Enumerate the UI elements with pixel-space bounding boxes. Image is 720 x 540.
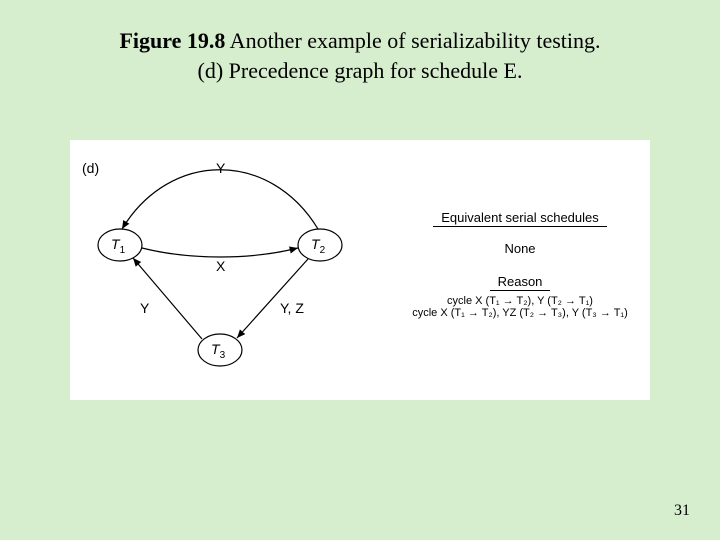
page-number: 31: [674, 502, 690, 520]
edge-t3-t1: [133, 258, 202, 339]
figure-title: Figure 19.8 Another example of serializa…: [0, 26, 720, 85]
edge-label-left-y: Y: [140, 300, 149, 316]
node-t2-label: T2: [311, 236, 325, 256]
edge-label-right-yz: Y, Z: [280, 300, 304, 316]
edge-t2-t3: [237, 259, 308, 338]
title-line1: Another example of serializability testi…: [225, 28, 600, 53]
edge-t1-t2: [142, 248, 298, 257]
node-t1-label: T1: [111, 236, 125, 256]
edge-label-mid-x: X: [216, 258, 225, 274]
side-text: Equivalent serial schedules None Reason …: [400, 210, 640, 319]
cycle-1: cycle X (T₁ → T₂), Y (T₂ → T₁): [400, 295, 640, 307]
edge-t2-t1: [122, 170, 318, 229]
slide: Figure 19.8 Another example of serializa…: [0, 0, 720, 540]
figure-panel: (d) T1 T2: [70, 140, 650, 400]
equiv-header: Equivalent serial schedules: [400, 210, 640, 227]
figure-number: Figure 19.8: [119, 28, 225, 53]
node-t3-label: T3: [211, 341, 225, 361]
title-line2: (d) Precedence graph for schedule E.: [198, 58, 523, 83]
equiv-value: None: [400, 241, 640, 256]
edge-label-top-y: Y: [216, 160, 225, 176]
cycle-2: cycle X (T₁ → T₂), YZ (T₂ → T₃), Y (T₃ →…: [400, 307, 640, 319]
reason-header: Reason: [400, 274, 640, 291]
